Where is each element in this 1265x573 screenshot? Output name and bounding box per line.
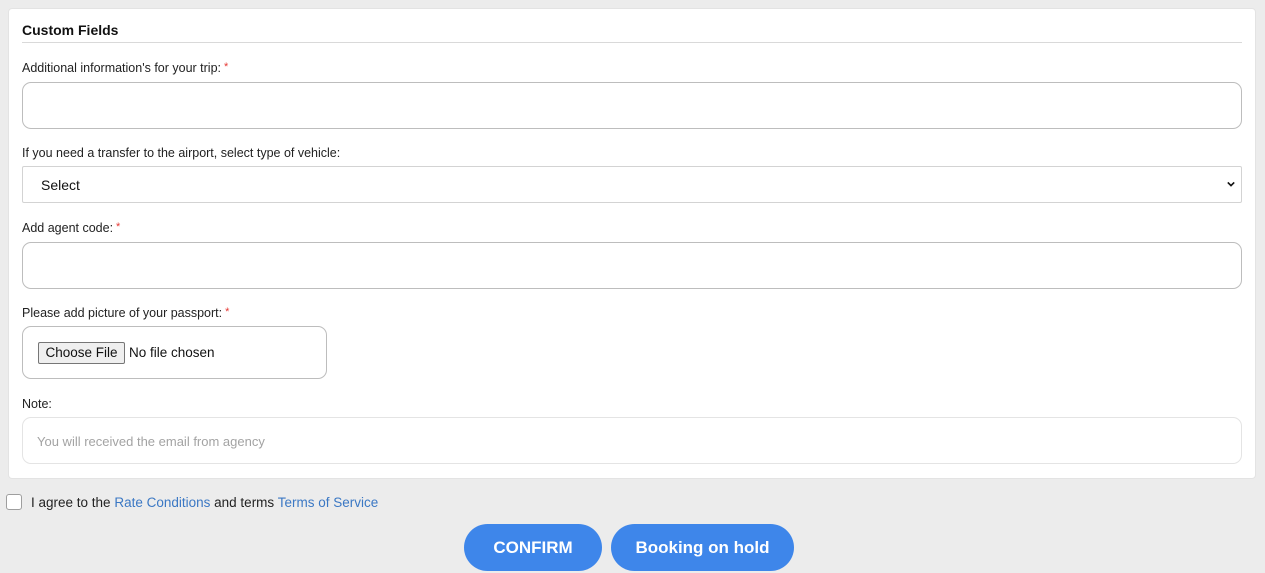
agree-checkbox[interactable]: [6, 494, 22, 510]
agreement-middle: and terms: [214, 495, 275, 510]
agent-code-label-text: Add agent code:: [22, 221, 114, 235]
agent-code-label: Add agent code: *: [22, 221, 120, 235]
passport-label: Please add picture of your passport: *: [22, 306, 229, 320]
vehicle-select[interactable]: Select: [22, 166, 1242, 203]
rate-conditions-link[interactable]: Rate Conditions: [114, 495, 210, 510]
file-status: No file chosen: [129, 345, 215, 360]
required-mark: *: [225, 306, 230, 318]
required-mark: *: [224, 61, 229, 73]
additional-info-label-text: Additional information's for your trip:: [22, 61, 222, 75]
chevron-down-icon: [1227, 181, 1235, 187]
agreement-text: I agree to the Rate Conditions and terms…: [31, 495, 378, 510]
section-title: Custom Fields: [22, 22, 119, 38]
agent-code-input[interactable]: [22, 242, 1242, 289]
passport-label-text: Please add picture of your passport:: [22, 306, 223, 320]
choose-file-button[interactable]: Choose File: [38, 342, 125, 364]
vehicle-label: If you need a transfer to the airport, s…: [22, 146, 341, 160]
vehicle-select-value: Select: [41, 177, 80, 193]
custom-fields-panel: Custom Fields Additional information's f…: [8, 8, 1256, 479]
additional-info-label: Additional information's for your trip: *: [22, 61, 228, 75]
terms-of-service-link[interactable]: Terms of Service: [278, 495, 379, 510]
note-field: You will received the email from agency: [22, 417, 1242, 464]
confirm-button[interactable]: CONFIRM: [464, 524, 602, 571]
note-text: You will received the email from agency: [37, 434, 265, 449]
booking-on-hold-button[interactable]: Booking on hold: [611, 524, 794, 571]
note-label: Note:: [22, 397, 52, 411]
passport-file-input: Choose File No file chosen: [22, 326, 327, 379]
additional-info-input[interactable]: [22, 82, 1242, 129]
section-divider: [22, 42, 1242, 43]
required-mark: *: [116, 221, 121, 233]
agreement-prefix: I agree to the: [31, 495, 111, 510]
